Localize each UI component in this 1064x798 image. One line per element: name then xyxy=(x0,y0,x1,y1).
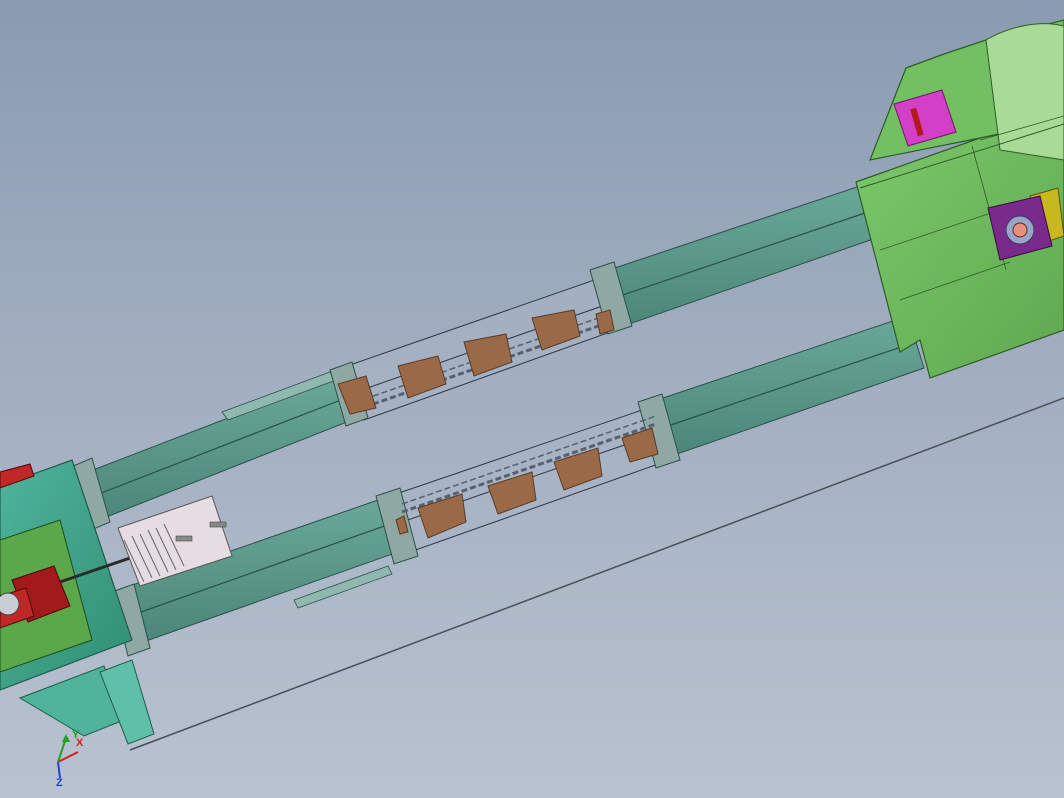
upper-casing-section-right[interactable] xyxy=(593,185,877,331)
bucket-elevator-model[interactable] xyxy=(0,0,1064,798)
triad-y-label: Y xyxy=(72,729,80,741)
casing-seam xyxy=(649,341,917,433)
triad-y-arrow xyxy=(62,734,70,742)
triad-z-label: Z xyxy=(56,777,63,788)
coordinate-triad: X Y Z xyxy=(56,729,84,788)
lower-casing-section-right[interactable] xyxy=(641,315,925,461)
casing-seam xyxy=(77,397,347,503)
triad-z-axis xyxy=(57,761,61,779)
casing-seam xyxy=(601,211,869,303)
take-up-bolt xyxy=(209,521,227,528)
take-up-bolt xyxy=(175,535,193,542)
cad-3d-viewport[interactable]: X Y Z xyxy=(0,0,1064,798)
